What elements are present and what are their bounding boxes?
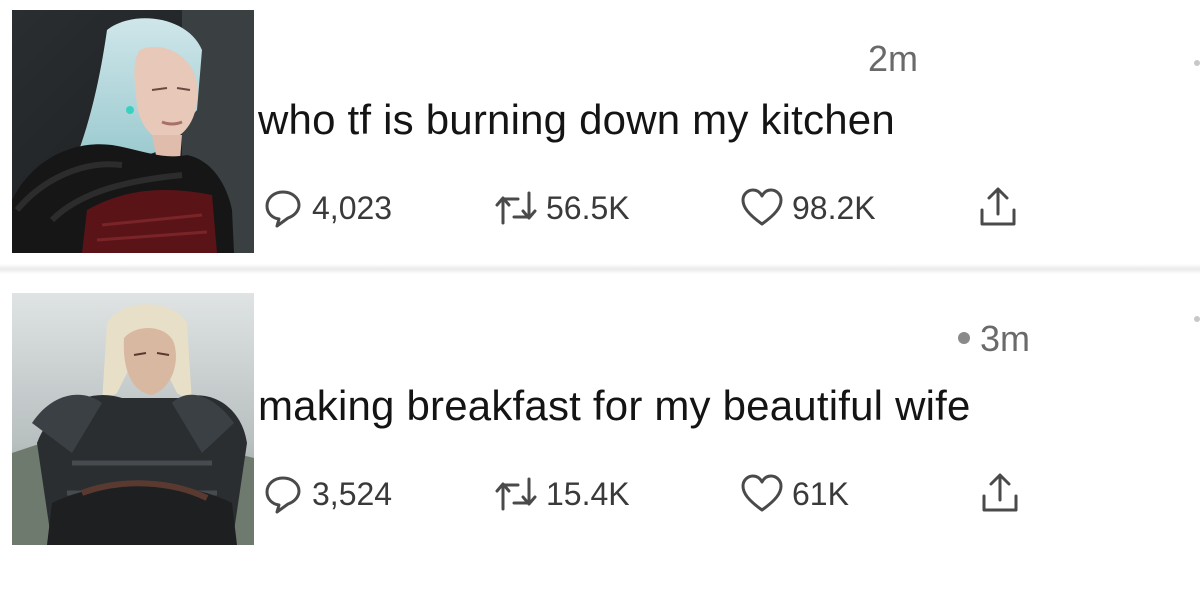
reply-count: 3,524 [312, 475, 393, 512]
reply-icon [265, 476, 301, 514]
retweet-count: 15.4K [546, 475, 630, 512]
like-button[interactable]: 98.2K [740, 186, 876, 230]
tweet-text: making breakfast for my beautiful wife [258, 382, 971, 429]
reply-count: 4,023 [312, 189, 393, 226]
tweet-1[interactable]: 2m who tf is burning down my kitchen 4,0… [0, 0, 1200, 262]
avatar[interactable] [12, 10, 254, 253]
avatar-image [12, 293, 254, 545]
avatar-image [12, 10, 254, 253]
separator-dot [958, 332, 970, 345]
timestamp-text: 3m [980, 318, 1031, 359]
reply-icon [265, 190, 301, 228]
like-count: 98.2K [792, 189, 876, 226]
share-button[interactable] [980, 472, 1020, 516]
timestamp: 2m [868, 38, 919, 79]
edge-mark [1194, 316, 1200, 322]
tweet-text: who tf is burning down my kitchen [258, 96, 895, 143]
retweet-button[interactable]: 15.4K [494, 472, 630, 516]
edge-mark [1194, 60, 1200, 66]
timestamp: 3m [958, 318, 1030, 360]
like-button[interactable]: 61K [740, 472, 849, 516]
retweet-button[interactable]: 56.5K [494, 186, 630, 230]
retweet-count: 56.5K [546, 189, 630, 226]
tweet-2[interactable]: 3m making breakfast for my beautiful wif… [0, 280, 1200, 580]
share-icon [982, 473, 1018, 512]
divider [0, 264, 1200, 274]
retweet-icon [495, 191, 537, 225]
share-button[interactable] [978, 186, 1018, 230]
heart-icon [741, 474, 783, 512]
avatar[interactable] [12, 293, 254, 545]
like-count: 61K [792, 475, 849, 512]
share-icon [980, 187, 1016, 226]
heart-icon [741, 188, 783, 226]
reply-button[interactable]: 3,524 [262, 472, 392, 516]
reply-button[interactable]: 4,023 [262, 186, 392, 230]
retweet-icon [495, 477, 537, 511]
